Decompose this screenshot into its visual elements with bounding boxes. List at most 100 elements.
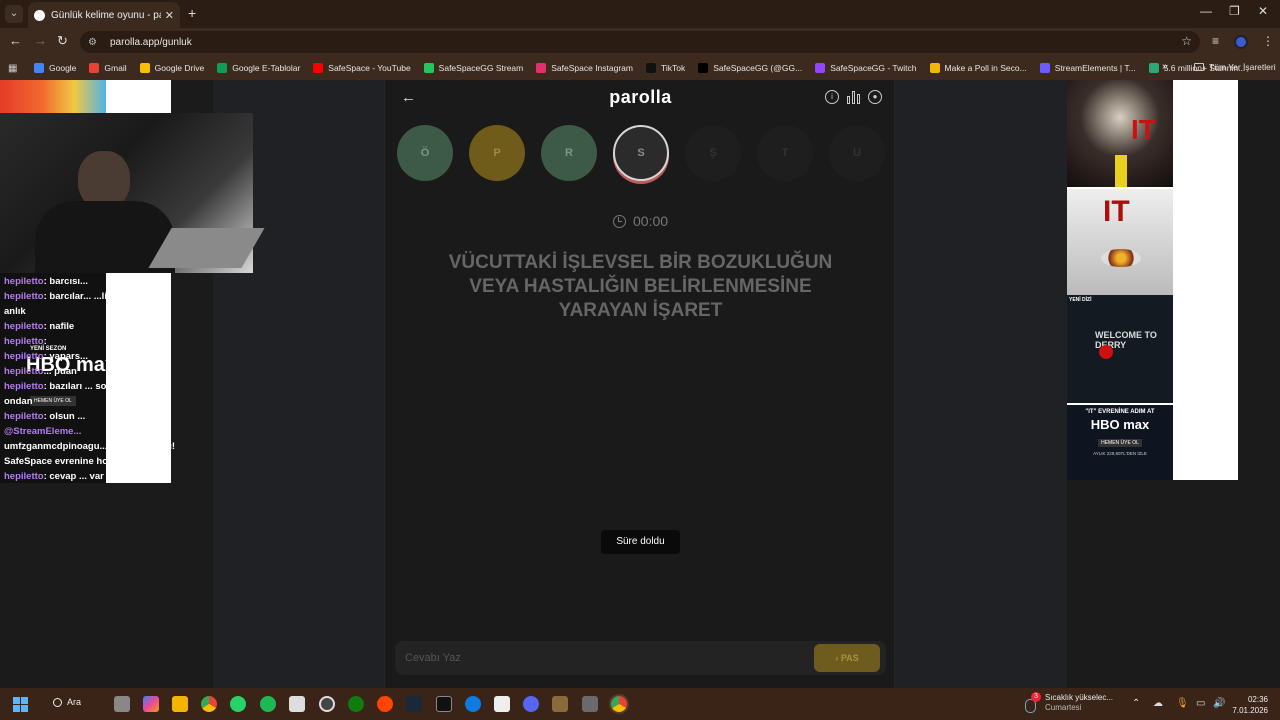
chat-username: hepiletto bbox=[4, 321, 44, 332]
left-top-ad-image[interactable] bbox=[0, 80, 106, 113]
taskbar-search[interactable]: Ara bbox=[53, 697, 81, 707]
it-title-2: IT bbox=[1103, 195, 1130, 228]
xbox-icon[interactable] bbox=[348, 696, 364, 712]
active-tab[interactable]: Günlük kelime oyunu - parolla ✕ bbox=[28, 2, 180, 28]
timer-value: 00:00 bbox=[633, 213, 669, 229]
site-info-icon[interactable]: ⚙ bbox=[88, 37, 100, 48]
new-tab-button[interactable]: + bbox=[188, 5, 196, 21]
chat-message: hepiletto: cevap ... var bbox=[4, 469, 244, 484]
bookmark-label: SafeSpaceGG - Twitch bbox=[830, 63, 917, 73]
bookmark-item[interactable]: SafeSpaceGG (@GG... bbox=[698, 63, 802, 73]
spotify-icon[interactable] bbox=[260, 696, 276, 712]
bookmark-label: SafeSpaceGG Stream bbox=[438, 63, 524, 73]
cloud-icon[interactable]: ☁ bbox=[1153, 698, 1163, 709]
whatsapp-icon[interactable] bbox=[230, 696, 246, 712]
notepad-icon[interactable] bbox=[289, 696, 305, 712]
red-balloon bbox=[1099, 345, 1113, 359]
bookmark-item[interactable]: SafeSpace - YouTube bbox=[313, 63, 411, 73]
chat-username: hepiletto bbox=[4, 351, 44, 362]
profile-avatar[interactable] bbox=[1234, 35, 1248, 49]
bookmark-star-icon[interactable]: ☆ bbox=[1181, 34, 1192, 48]
stream-chat-overlay: hepiletto: barcısı... hepiletto: barcılar… bbox=[4, 274, 244, 484]
app-logo: parolla bbox=[609, 87, 672, 107]
bookmark-item[interactable]: SafeSpaceGG Stream bbox=[423, 63, 524, 73]
bookmark-item[interactable]: Make a Poll in Seco... bbox=[929, 63, 1027, 73]
task-view-icon[interactable] bbox=[114, 696, 130, 712]
bookmark-item[interactable]: SafeSpace Instagram bbox=[536, 63, 633, 73]
restore-button[interactable]: ❐ bbox=[1229, 4, 1240, 18]
all-bookmarks-button[interactable]: Tüm Yer İşaretleri bbox=[1194, 62, 1276, 72]
stats-icon[interactable] bbox=[847, 91, 861, 104]
discord-icon[interactable] bbox=[523, 696, 539, 712]
media-controls-icon[interactable]: ≡ bbox=[1212, 34, 1219, 48]
answer-input[interactable] bbox=[405, 650, 805, 666]
profile-icon[interactable]: ● bbox=[868, 90, 882, 104]
weather-day: Cumartesi bbox=[1045, 703, 1082, 712]
menu-icon[interactable]: ⋮ bbox=[1262, 34, 1274, 48]
question-text: VÜCUTTAKİ İŞLEVSEL BİR BOZUKLUĞUN VEYA H… bbox=[448, 252, 833, 321]
game-icon[interactable] bbox=[552, 696, 568, 712]
chat-text: : olsun ... bbox=[43, 411, 86, 422]
right-ad-column: ⓘ⋮ IT IT YENİ DİZİ WELCOME TO DERRY "IT"… bbox=[1067, 80, 1280, 688]
chat-username: hepiletto bbox=[4, 411, 44, 422]
more-bookmarks-icon[interactable]: » bbox=[1162, 61, 1168, 72]
right-it-ad[interactable]: ⓘ⋮ IT IT YENİ DİZİ WELCOME TO DERRY "IT"… bbox=[1067, 80, 1238, 480]
volume-icon[interactable]: 🔊 bbox=[1213, 698, 1225, 709]
app-icon[interactable] bbox=[582, 696, 598, 712]
bookmark-label: Google Drive bbox=[154, 63, 205, 73]
apps-grid-icon[interactable]: ▦ bbox=[8, 63, 22, 74]
close-window-button[interactable]: ✕ bbox=[1258, 4, 1268, 18]
promo-hbo-logo: HBO max bbox=[1090, 417, 1150, 432]
bookmark-item[interactable]: Google Drive bbox=[139, 63, 205, 73]
capcut-icon[interactable] bbox=[494, 696, 510, 712]
chat-message: hepiletto... puan bbox=[4, 364, 244, 379]
bookmark-item[interactable]: TikTok bbox=[646, 63, 685, 73]
minimize-button[interactable]: — bbox=[1200, 4, 1212, 18]
pass-button[interactable]: › PAS bbox=[814, 644, 880, 672]
info-icon[interactable]: i bbox=[825, 90, 839, 104]
bookmark-item[interactable]: SafeSpaceGG - Twitch bbox=[815, 63, 917, 73]
chat-message: hepiletto: bbox=[4, 334, 244, 349]
windows-start-icon[interactable] bbox=[13, 697, 28, 712]
file-explorer-icon[interactable] bbox=[172, 696, 188, 712]
chat-text: ondan bbox=[4, 396, 33, 407]
chat-text: ... puan bbox=[43, 366, 77, 377]
promo-cta-button[interactable]: HEMEN ÜYE OL bbox=[1098, 439, 1142, 447]
back-icon[interactable]: ← bbox=[9, 33, 22, 48]
it-poster-2: IT bbox=[1067, 189, 1173, 295]
letter-circle-6: T bbox=[757, 125, 813, 181]
epic-games-icon[interactable] bbox=[436, 696, 452, 712]
address-bar[interactable]: ⚙ parolla.app/gunluk ☆ bbox=[80, 31, 1200, 53]
close-tab-icon[interactable]: ✕ bbox=[165, 9, 174, 22]
tab-strip: ⌄ Günlük kelime oyunu - parolla ✕ + — ❐ … bbox=[0, 0, 1280, 28]
bookmark-favicon-icon bbox=[646, 63, 656, 73]
bookmark-item[interactable]: Google bbox=[34, 63, 76, 73]
copilot-icon[interactable] bbox=[143, 696, 159, 712]
streamer-webcam bbox=[0, 113, 265, 273]
letter-circle-1: Ö bbox=[397, 125, 453, 181]
chrome-icon[interactable] bbox=[201, 696, 217, 712]
chat-message: hepiletto: olsun ... bbox=[4, 409, 244, 424]
weather-widget[interactable]: 3 Sıcaklık yükselec... Cumartesi bbox=[1025, 692, 1113, 713]
search-icon bbox=[53, 697, 62, 707]
reload-icon[interactable]: ↻ bbox=[57, 33, 68, 49]
chrome-active-icon[interactable] bbox=[611, 696, 627, 712]
bookmark-favicon-icon bbox=[34, 63, 44, 73]
bookmark-item[interactable]: Google E-Tablolar bbox=[217, 63, 300, 73]
tray-chevron-icon[interactable]: ⌃ bbox=[1132, 698, 1140, 709]
weather-badge: 3 bbox=[1031, 692, 1041, 702]
forward-icon[interactable]: → bbox=[34, 33, 47, 48]
chat-text: umfzganmcdpinoagu... ...ımıza katıldı! bbox=[4, 441, 176, 452]
ea-icon[interactable] bbox=[377, 696, 393, 712]
network-icon[interactable]: ▭ bbox=[1196, 698, 1205, 709]
system-clock[interactable]: 02:36 7.01.2026 bbox=[1232, 694, 1268, 716]
microphone-icon[interactable]: 🎙 bbox=[1176, 698, 1189, 709]
tab-search-button[interactable]: ⌄ bbox=[5, 5, 23, 23]
bookmark-item[interactable]: Gmail bbox=[89, 63, 127, 73]
battlenet-icon[interactable] bbox=[465, 696, 481, 712]
bookmarks-bar: ▦ Google Gmail Google Drive Google E-Tablola… bbox=[0, 56, 1280, 80]
bookmark-item[interactable]: StreamElements | T... bbox=[1039, 63, 1136, 73]
chat-text: anlık bbox=[4, 306, 26, 317]
obs-icon[interactable] bbox=[319, 696, 335, 712]
steam-icon[interactable] bbox=[406, 696, 422, 712]
